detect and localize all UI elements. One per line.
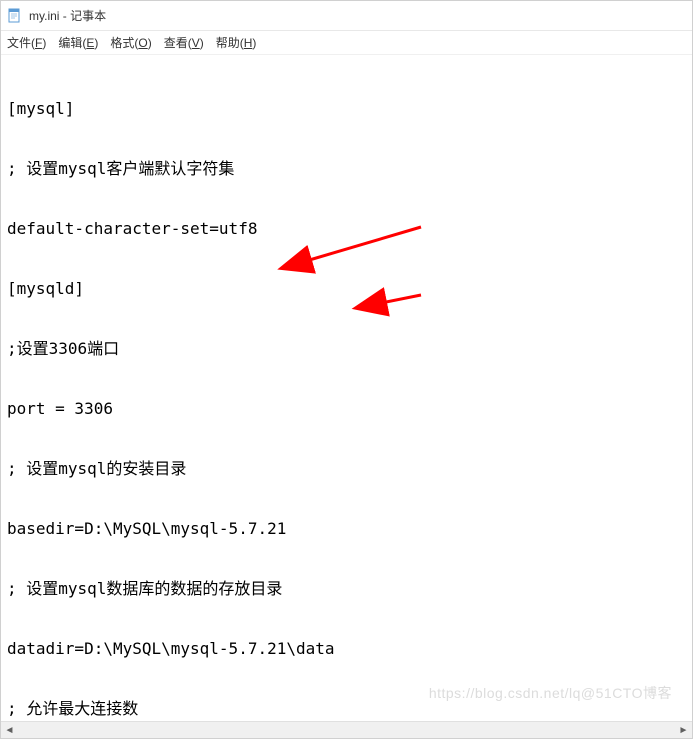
scroll-right-button[interactable]: ► — [675, 722, 692, 739]
editor-line: ; 设置mysql的安装目录 — [7, 459, 686, 479]
editor-line: port = 3306 — [7, 399, 686, 419]
notepad-icon — [7, 8, 23, 24]
chevron-left-icon: ◄ — [5, 725, 15, 736]
editor-line: ; 设置mysql客户端默认字符集 — [7, 159, 686, 179]
chevron-right-icon: ► — [679, 725, 689, 736]
titlebar[interactable]: my.ini - 记事本 — [1, 1, 692, 31]
notepad-window: my.ini - 记事本 文件(F) 编辑(E) 格式(O) 查看(V) 帮助(… — [0, 0, 693, 739]
menu-view[interactable]: 查看(V) — [164, 34, 204, 51]
scroll-left-button[interactable]: ◄ — [1, 722, 18, 739]
menu-help[interactable]: 帮助(H) — [216, 34, 257, 51]
editor-line: basedir=D:\MySQL\mysql-5.7.21 — [7, 519, 686, 539]
scroll-track[interactable] — [18, 722, 675, 738]
menubar: 文件(F) 编辑(E) 格式(O) 查看(V) 帮助(H) — [1, 31, 692, 55]
watermark-text: https://blog.csdn.net/lq@51CTO博客 — [429, 683, 672, 703]
menu-edit[interactable]: 编辑(E) — [58, 34, 98, 51]
editor-line: ; 设置mysql数据库的数据的存放目录 — [7, 579, 686, 599]
editor-line: [mysql] — [7, 99, 686, 119]
menu-file[interactable]: 文件(F) — [7, 34, 46, 51]
editor-line: ;设置3306端口 — [7, 339, 686, 359]
editor-line: default-character-set=utf8 — [7, 219, 686, 239]
window-title: my.ini - 记事本 — [29, 7, 106, 24]
editor-line: datadir=D:\MySQL\mysql-5.7.21\data — [7, 639, 686, 659]
horizontal-scrollbar[interactable]: ◄ ► — [1, 721, 692, 738]
editor-area[interactable]: [mysql] ; 设置mysql客户端默认字符集 default-charac… — [1, 55, 692, 721]
editor-line: [mysqld] — [7, 279, 686, 299]
annotation-arrows — [1, 55, 692, 715]
menu-format[interactable]: 格式(O) — [110, 34, 151, 51]
